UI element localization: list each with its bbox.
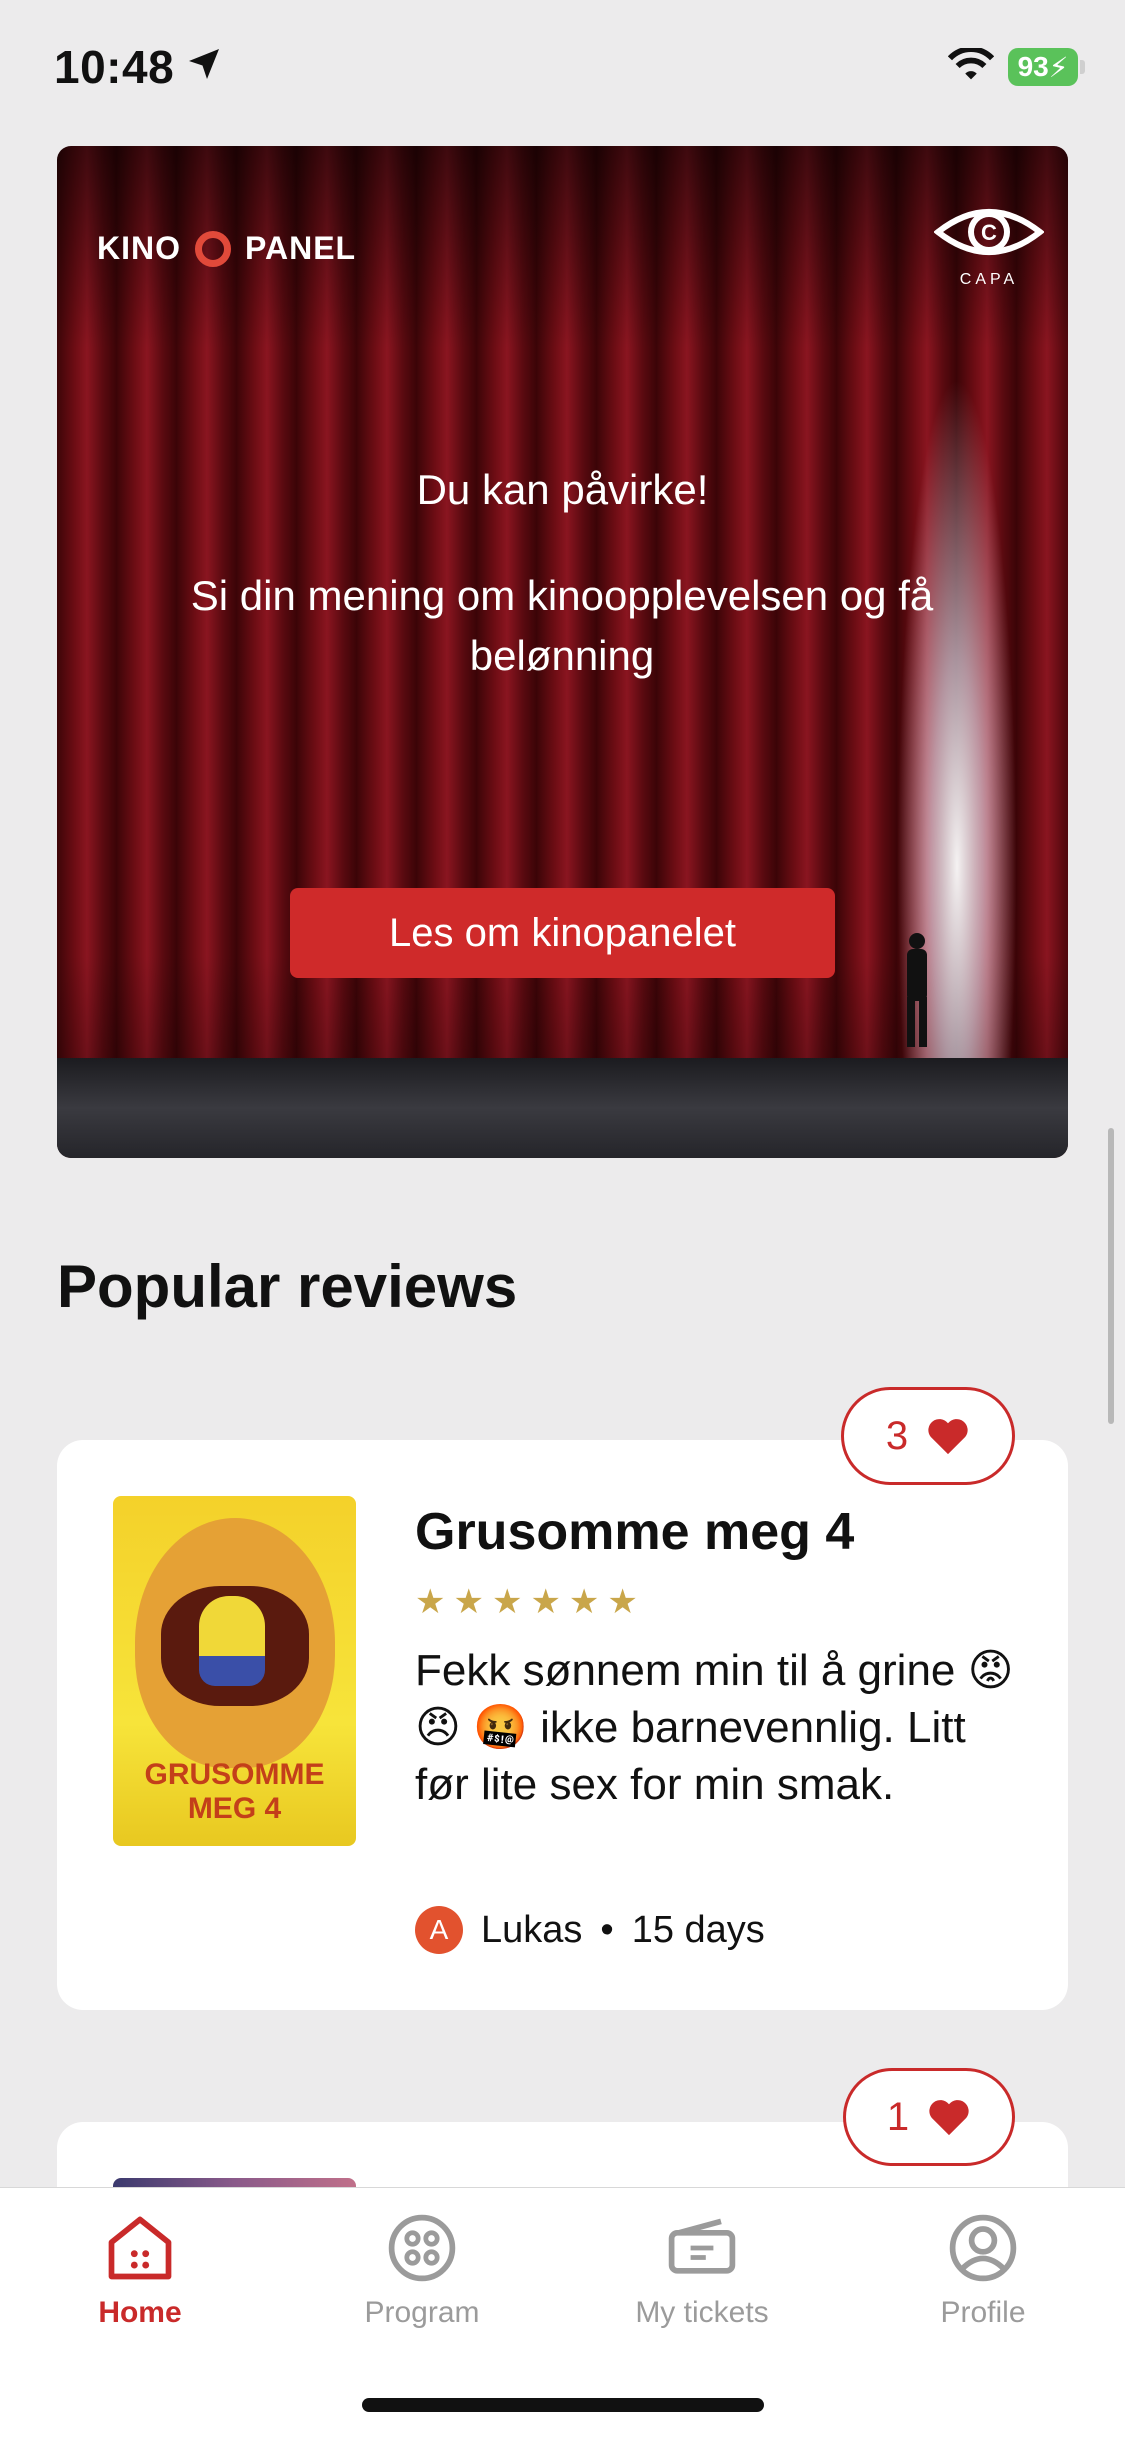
stage-floor [57,1058,1068,1158]
author-name: Lukas [481,1908,583,1951]
kinopanel-banner[interactable]: KINO PANEL C CAPA Du kan påvirke! Si din… [57,146,1068,1158]
scrollbar[interactable] [1108,1128,1114,1424]
review-card[interactable]: GRUSOMME MEG 4 Grusomme meg 4 ★★★★★★ Fek… [57,1440,1068,2010]
logo-ring-icon [195,230,231,267]
svg-text:C: C [981,220,997,245]
like-button[interactable]: 3 [841,1387,1015,1485]
like-count: 3 [885,1413,909,1458]
tab-my-tickets[interactable]: My tickets [602,2210,802,2330]
like-count: 1 [886,2094,910,2139]
battery-icon: 93 ⚡ [1008,48,1078,86]
tab-home-label: Home [98,2296,182,2329]
eye-icon: C [933,209,1045,255]
poster-title: GRUSOMME MEG 4 [144,1758,325,1825]
star-rating: ★★★★★★ [415,1583,646,1621]
tab-program[interactable]: Program [322,2210,522,2330]
heart-icon [928,1419,968,1455]
section-title: Popular reviews [57,1253,518,1320]
separator-dot: • [600,1908,614,1951]
poster-minion [199,1596,265,1686]
location-arrow-icon [189,49,219,79]
movie-poster: GRUSOMME MEG 4 [113,1496,356,1846]
capa-label: CAPA [959,271,1019,288]
status-bar: 10:48 93 ⚡ [0,0,1125,140]
review-text: Fekk sønnem min til å grine 😡 😠 🤬 ikke b… [415,1646,1014,1809]
tab-program-label: Program [364,2296,480,2329]
tab-profile-label: Profile [940,2296,1026,2329]
review-author: A Lukas • 15 days [415,1906,765,1954]
film-reel-icon [388,2214,456,2282]
ticket-icon [668,2218,736,2274]
logo-kino-text: KINO [97,230,181,266]
heart-icon [929,2100,969,2136]
review-movie-title: Grusomme meg 4 [415,1503,855,1561]
wifi-icon [948,48,994,80]
status-time: 10:48 [54,41,175,93]
profile-icon [949,2214,1017,2282]
banner-body: Si din mening om kinoopplevelsen og få b… [190,572,934,679]
battery-level: 93 [1017,51,1049,82]
kinopanel-logo: KINO PANEL [97,230,356,267]
like-button[interactable]: 1 [843,2068,1015,2166]
avatar: A [415,1906,463,1954]
read-about-kinopanel-button[interactable]: Les om kinopanelet [290,888,835,978]
banner-headline: Du kan påvirke! [416,466,709,513]
tab-profile[interactable]: Profile [883,2210,1083,2330]
review-age: 15 days [631,1908,765,1951]
home-icon [108,2216,172,2280]
tab-my-tickets-label: My tickets [635,2296,769,2329]
tab-home[interactable]: Home [40,2210,240,2330]
person-silhouette [907,933,927,1047]
logo-panel-text: PANEL [245,230,357,266]
home-indicator [362,2398,764,2412]
battery-tip [1080,60,1085,74]
capa-logo: C CAPA [933,202,1045,289]
